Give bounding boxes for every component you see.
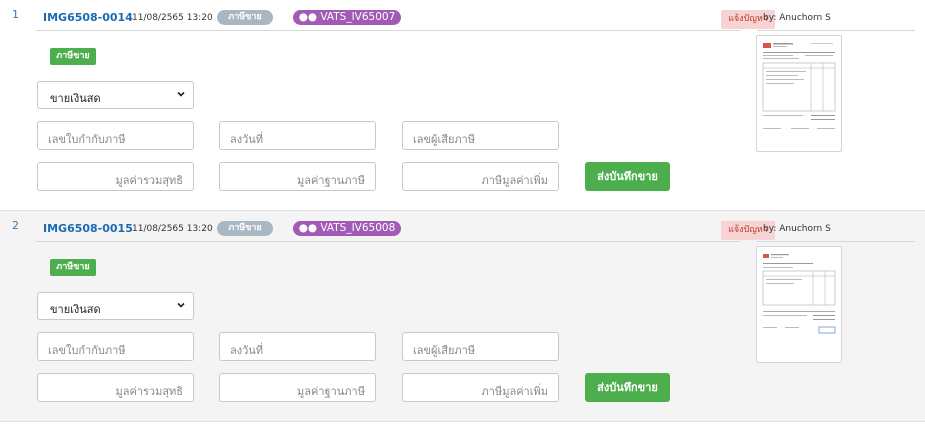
invoice-preview-icon	[762, 43, 836, 129]
submit-sale-button[interactable]: ส่งบันทึกขาย	[585, 162, 670, 191]
chevron-down-icon	[177, 302, 185, 308]
document-id-link[interactable]: IMG6508-0014	[43, 11, 133, 24]
record-index: 1	[12, 8, 19, 21]
record-header: IMG6508-0015 11/08/2565 13:20 ภาษีขาย ●●…	[36, 211, 775, 242]
chevron-down-icon	[177, 91, 185, 97]
timestamp: 11/08/2565 13:20	[132, 13, 213, 23]
tax-base-input[interactable]: มูลค่าฐานภาษี	[219, 162, 376, 191]
invoice-number-input[interactable]: เลขใบกำกับภาษี	[37, 121, 194, 150]
record-index: 2	[12, 219, 19, 232]
payment-type-select[interactable]: ขายเงินสด	[37, 292, 194, 320]
date-input[interactable]: ลงวันที่	[219, 332, 376, 361]
document-thumbnail[interactable]	[756, 35, 842, 152]
uploaded-by: by: Anuchorn S	[757, 0, 915, 31]
document-id-link[interactable]: IMG6508-0015	[43, 222, 133, 235]
uploaded-by: by: Anuchorn S	[757, 211, 915, 242]
reference-badge: ●● VATS_IV65007	[293, 10, 401, 25]
vat-amount-input[interactable]: ภาษีมูลค่าเพิ่ม	[402, 162, 559, 191]
record-header: IMG6508-0014 11/08/2565 13:20 ภาษีขาย ●●…	[36, 0, 775, 31]
tax-base-input[interactable]: มูลค่าฐานภาษี	[219, 373, 376, 402]
invoice-preview-icon	[762, 254, 836, 334]
taxpayer-id-input[interactable]: เลขผู้เสียภาษี	[402, 121, 559, 150]
type-badge: ภาษีขาย	[217, 10, 273, 25]
timestamp: 11/08/2565 13:20	[132, 224, 213, 234]
invoice-number-input[interactable]: เลขใบกำกับภาษี	[37, 332, 194, 361]
type-badge: ภาษีขาย	[217, 221, 273, 236]
vat-amount-input[interactable]: ภาษีมูลค่าเพิ่ม	[402, 373, 559, 402]
payment-type-value: ขายเงินสด	[50, 92, 101, 105]
document-record: 2 IMG6508-0015 11/08/2565 13:20 ภาษีขาย …	[0, 211, 925, 422]
reference-badge: ●● VATS_IV65008	[293, 221, 401, 236]
category-tag: ภาษีขาย	[50, 48, 96, 65]
date-input[interactable]: ลงวันที่	[219, 121, 376, 150]
taxpayer-id-input[interactable]: เลขผู้เสียภาษี	[402, 332, 559, 361]
payment-type-value: ขายเงินสด	[50, 303, 101, 316]
net-total-input[interactable]: มูลค่ารวมสุทธิ	[37, 373, 194, 402]
submit-sale-button[interactable]: ส่งบันทึกขาย	[585, 373, 670, 402]
document-record: 1 IMG6508-0014 11/08/2565 13:20 ภาษีขาย …	[0, 0, 925, 211]
category-tag: ภาษีขาย	[50, 259, 96, 276]
net-total-input[interactable]: มูลค่ารวมสุทธิ	[37, 162, 194, 191]
document-thumbnail[interactable]	[756, 246, 842, 363]
payment-type-select[interactable]: ขายเงินสด	[37, 81, 194, 109]
